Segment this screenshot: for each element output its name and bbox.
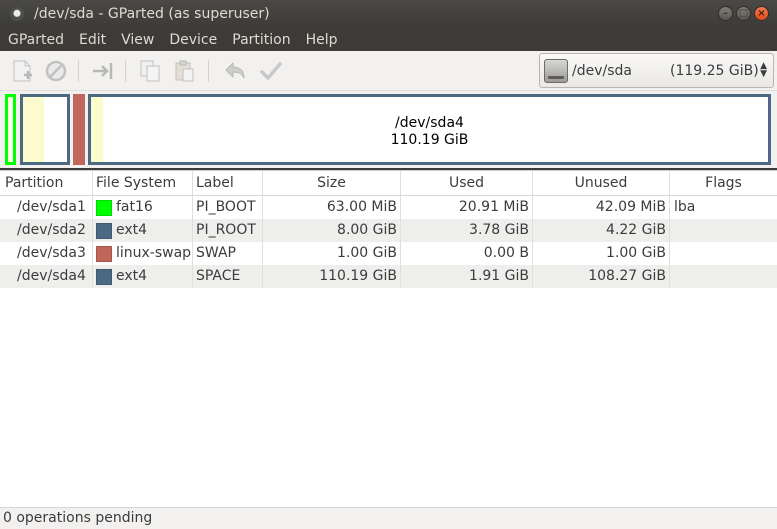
cell-label: SWAP bbox=[193, 242, 263, 265]
new-partition-icon[interactable] bbox=[10, 59, 34, 83]
toolbar-separator bbox=[78, 60, 79, 82]
menu-bar: GParted Edit View Device Partition Help bbox=[0, 28, 777, 51]
menu-edit[interactable]: Edit bbox=[71, 32, 113, 48]
selected-partition-info: /dev/sda4 110.19 GiB bbox=[91, 115, 768, 149]
menu-gparted[interactable]: GParted bbox=[0, 32, 71, 48]
apply-icon[interactable] bbox=[259, 59, 283, 83]
paste-icon[interactable] bbox=[172, 59, 196, 83]
cell-flags bbox=[670, 219, 777, 242]
fs-name: linux-swap bbox=[116, 245, 192, 261]
fs-color-swatch bbox=[96, 222, 112, 239]
undo-icon[interactable] bbox=[223, 59, 247, 83]
table-row[interactable]: /dev/sda4 ext4 SPACE 110.19 GiB 1.91 GiB… bbox=[0, 265, 777, 288]
app-icon bbox=[10, 7, 24, 21]
fs-name: fat16 bbox=[116, 199, 153, 215]
column-header-unused[interactable]: Unused bbox=[533, 171, 670, 195]
fs-name: ext4 bbox=[116, 222, 148, 238]
partition-block-sda2[interactable] bbox=[20, 94, 70, 165]
table-header: Partition File System Label Size Used Un… bbox=[0, 171, 777, 196]
cell-partition: /dev/sda2 bbox=[0, 219, 93, 242]
fs-name: ext4 bbox=[116, 268, 148, 284]
partition-map: /dev/sda4 110.19 GiB bbox=[0, 91, 777, 168]
table-row[interactable]: /dev/sda3 linux-swap SWAP 1.00 GiB 0.00 … bbox=[0, 242, 777, 265]
cell-used: 0.00 B bbox=[401, 242, 533, 265]
device-size: (119.25 GiB) bbox=[670, 62, 759, 79]
cell-filesystem: linux-swap bbox=[93, 242, 193, 265]
column-header-filesystem[interactable]: File System bbox=[93, 171, 193, 195]
menu-view[interactable]: View bbox=[113, 32, 161, 48]
column-header-used[interactable]: Used bbox=[401, 171, 533, 195]
toolbar-separator bbox=[125, 60, 126, 82]
selected-partition-name: /dev/sda4 bbox=[395, 115, 464, 131]
title-bar: /dev/sda - GParted (as superuser) – □ × bbox=[0, 0, 777, 28]
delete-icon[interactable] bbox=[44, 59, 68, 83]
cell-size: 8.00 GiB bbox=[263, 219, 401, 242]
menu-help[interactable]: Help bbox=[298, 32, 345, 48]
table-row[interactable]: /dev/sda1 fat16 PI_BOOT 63.00 MiB 20.91 … bbox=[0, 196, 777, 219]
partition-block-sda3[interactable] bbox=[73, 94, 85, 165]
toolbar-separator bbox=[208, 60, 209, 82]
cell-label: PI_ROOT bbox=[193, 219, 263, 242]
column-header-flags[interactable]: Flags bbox=[670, 171, 777, 195]
selected-partition-size: 110.19 GiB bbox=[390, 132, 469, 148]
cell-filesystem: ext4 bbox=[93, 219, 193, 242]
combo-arrows-icon: ▲ ▼ bbox=[760, 61, 767, 79]
cell-filesystem: ext4 bbox=[93, 265, 193, 288]
cell-used: 20.91 MiB bbox=[401, 196, 533, 219]
fs-color-swatch bbox=[96, 199, 112, 216]
maximize-icon[interactable]: □ bbox=[736, 6, 751, 21]
window-controls: – □ × bbox=[718, 6, 769, 21]
cell-unused: 1.00 GiB bbox=[533, 242, 670, 265]
cell-unused: 108.27 GiB bbox=[533, 265, 670, 288]
cell-label: PI_BOOT bbox=[193, 196, 263, 219]
cell-used: 1.91 GiB bbox=[401, 265, 533, 288]
partition-block-sda4[interactable]: /dev/sda4 110.19 GiB bbox=[88, 94, 771, 165]
used-space-bar bbox=[76, 97, 82, 162]
cell-flags bbox=[670, 242, 777, 265]
column-header-size[interactable]: Size bbox=[263, 171, 401, 195]
partition-block-sda1[interactable] bbox=[5, 94, 16, 165]
harddisk-icon bbox=[544, 58, 568, 83]
cell-used: 3.78 GiB bbox=[401, 219, 533, 242]
cell-filesystem: fat16 bbox=[93, 196, 193, 219]
cell-partition: /dev/sda4 bbox=[0, 265, 93, 288]
minimize-icon[interactable]: – bbox=[718, 6, 733, 21]
used-space-bar bbox=[23, 97, 44, 162]
cell-flags: lba bbox=[674, 199, 696, 215]
cell-unused: 4.22 GiB bbox=[533, 219, 670, 242]
used-space-bar bbox=[8, 97, 10, 162]
fs-color-swatch bbox=[96, 245, 112, 262]
menu-device[interactable]: Device bbox=[161, 32, 224, 48]
copy-icon[interactable] bbox=[138, 59, 162, 83]
cell-unused: 42.09 MiB bbox=[533, 196, 670, 219]
close-icon[interactable]: × bbox=[754, 6, 769, 21]
cell-size: 63.00 MiB bbox=[263, 196, 401, 219]
cell-label: SPACE bbox=[193, 265, 263, 288]
cell-partition: /dev/sda1 bbox=[0, 196, 93, 219]
menu-partition[interactable]: Partition bbox=[224, 32, 297, 48]
status-bar: 0 operations pending bbox=[0, 507, 777, 529]
window-title: /dev/sda - GParted (as superuser) bbox=[34, 6, 270, 22]
device-selector[interactable]: /dev/sda (119.25 GiB) ▲ ▼ bbox=[539, 53, 774, 88]
column-header-label[interactable]: Label bbox=[193, 171, 263, 195]
fs-color-swatch bbox=[96, 268, 112, 285]
resize-move-icon[interactable] bbox=[91, 59, 115, 83]
cell-partition: /dev/sda3 bbox=[0, 242, 93, 265]
cell-flags bbox=[670, 265, 777, 288]
column-header-partition[interactable]: Partition bbox=[0, 171, 93, 195]
partition-table: Partition File System Label Size Used Un… bbox=[0, 170, 777, 507]
cell-size: 110.19 GiB bbox=[263, 265, 401, 288]
cell-size: 1.00 GiB bbox=[263, 242, 401, 265]
table-row[interactable]: /dev/sda2 ext4 PI_ROOT 8.00 GiB 3.78 GiB… bbox=[0, 219, 777, 242]
device-name: /dev/sda bbox=[572, 62, 632, 79]
